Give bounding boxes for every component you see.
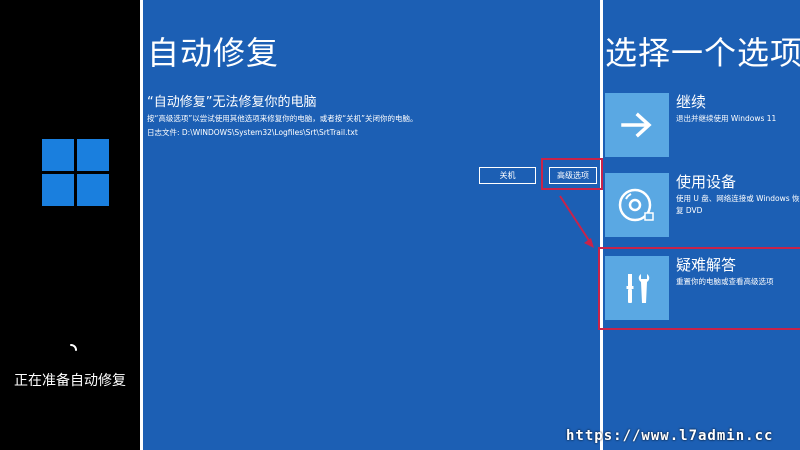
- repair-title: 自动修复: [147, 34, 280, 72]
- option-continue-tile[interactable]: [605, 93, 669, 157]
- option-continue-label: 继续: [676, 93, 707, 111]
- disc-icon: [618, 188, 654, 222]
- repair-description: 按“高级选项”以尝试使用其他选项来修复你的电脑，或者按“关机”关闭你的电脑。: [147, 114, 418, 123]
- arrow-right-icon: [621, 112, 652, 138]
- loading-spinner-icon: [70, 344, 77, 351]
- option-continue[interactable]: 继续 退出并继续使用 Windows 11: [603, 93, 800, 159]
- shutdown-button[interactable]: 关机: [479, 167, 536, 184]
- windows-logo-icon: [42, 139, 109, 206]
- troubleshoot-highlight: [598, 247, 800, 330]
- repair-log-path: 日志文件: D:\WINDOWS\System32\Logfiles\Srt\S…: [147, 128, 358, 137]
- option-continue-description: 退出并继续使用 Windows 11: [676, 114, 777, 123]
- options-title: 选择一个选项: [605, 34, 800, 72]
- repair-subtitle: “自动修复”无法修复你的电脑: [147, 95, 317, 110]
- automatic-repair-panel: 自动修复 “自动修复”无法修复你的电脑 按“高级选项”以尝试使用其他选项来修复你…: [143, 0, 603, 450]
- boot-screen: 正在准备自动修复: [0, 0, 140, 450]
- choose-option-panel: 选择一个选项 继续 退出并继续使用 Windows 11 使用设备 使用 U 盘…: [603, 0, 800, 450]
- option-use-device-description: 使用 U 盘、网络连接或 Windows 恢复 DVD: [676, 194, 800, 215]
- option-use-device[interactable]: 使用设备 使用 U 盘、网络连接或 Windows 恢复 DVD: [603, 173, 800, 239]
- watermark-text: https://www.l7admin.cc: [566, 428, 774, 444]
- option-use-device-tile[interactable]: [605, 173, 669, 237]
- advanced-options-highlight: [541, 158, 603, 190]
- boot-status-text: 正在准备自动修复: [14, 373, 126, 389]
- option-use-device-label: 使用设备: [676, 173, 737, 191]
